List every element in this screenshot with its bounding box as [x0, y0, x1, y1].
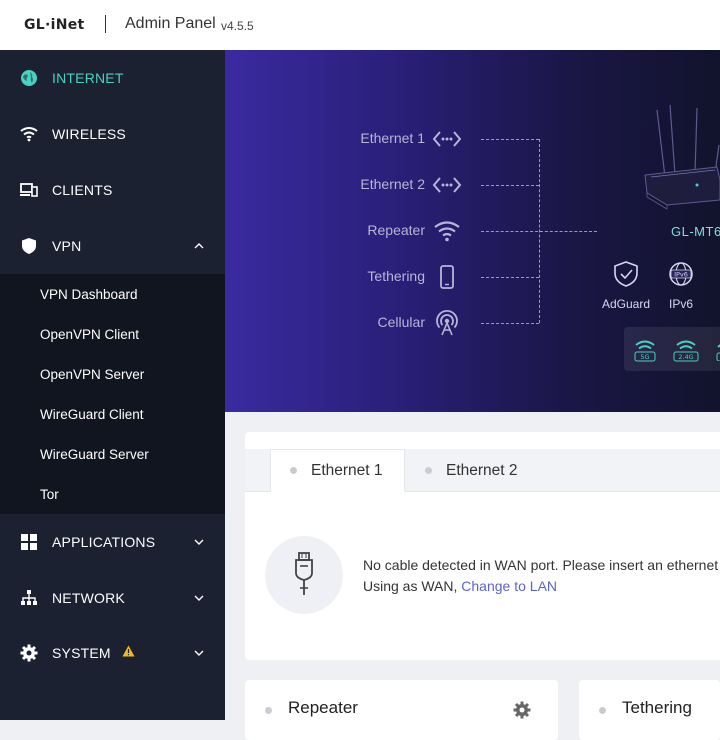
connection-label: Ethernet 2: [360, 176, 425, 192]
sidebar-item-network[interactable]: NETWORK: [0, 570, 225, 626]
svg-text:5G: 5G: [640, 353, 649, 361]
change-to-lan-link[interactable]: Change to LAN: [461, 578, 557, 594]
sidebar: INTERNET WIRELESS CLIENTS VPN VPN Dashbo…: [0, 50, 225, 720]
warning-icon: [122, 645, 135, 657]
version-label: v4.5.5: [221, 19, 254, 33]
card-title: Tethering: [622, 698, 692, 717]
sidebar-item-internet[interactable]: INTERNET: [0, 50, 225, 106]
adguard-shield-icon: [614, 261, 638, 287]
ipv6-globe-icon: IPv6: [669, 262, 693, 286]
tethering-card: Tethering: [579, 680, 720, 740]
wan-mode-message: Using as WAN, Change to LAN: [363, 578, 557, 594]
page-title: Admin Panel: [125, 15, 216, 32]
cellular-antenna-icon: [436, 309, 458, 336]
sidebar-item-label: NETWORK: [52, 590, 125, 606]
wifi-band-panel: 5G 2.4G: [624, 327, 720, 371]
sidebar-item-label: APPLICATIONS: [52, 534, 156, 550]
topology-banner: Ethernet 1 Ethernet 2 Repeater Tethering…: [225, 50, 720, 412]
feature-label: IPv6: [668, 297, 693, 311]
sidebar-item-label: INTERNET: [52, 70, 124, 86]
status-dot: [290, 467, 297, 474]
ethernet-cable-icon: [295, 552, 313, 595]
svg-text:IPv6: IPv6: [674, 271, 688, 279]
tab-ethernet-2[interactable]: Ethernet 2: [406, 449, 546, 492]
top-bar: GL·iNet Admin Panel v4.5.5: [0, 0, 720, 50]
settings-gear-icon[interactable]: [513, 701, 531, 719]
submenu-item-wireguard-client[interactable]: WireGuard Client: [40, 407, 144, 422]
phone-icon: [440, 265, 454, 289]
wan-status-message: No cable detected in WAN port. Please in…: [363, 557, 719, 573]
connector-line: [481, 323, 539, 324]
tab-label: Ethernet 1: [311, 461, 383, 479]
sidebar-item-system[interactable]: SYSTEM: [0, 626, 225, 680]
chevron-down-icon: [194, 650, 204, 656]
brand-logo[interactable]: GL·iNet: [24, 17, 85, 33]
title-divider: [105, 15, 106, 33]
connection-label: Tethering: [367, 268, 425, 284]
chevron-up-icon: [194, 243, 204, 249]
apps-grid-icon: [20, 533, 38, 551]
sidebar-item-applications[interactable]: APPLICATIONS: [0, 514, 225, 570]
devices-icon: [20, 181, 38, 199]
connection-tethering[interactable]: Tethering: [225, 265, 525, 289]
globe-icon: [20, 69, 38, 87]
wifi-5g-icon[interactable]: 5G: [634, 337, 656, 363]
router-image: [644, 105, 720, 210]
shield-icon: [20, 237, 38, 255]
router-model-label: GL-MT6: [671, 224, 720, 239]
connection-ethernet-2[interactable]: Ethernet 2: [225, 173, 525, 197]
submenu-item-vpn-dashboard[interactable]: VPN Dashboard: [40, 287, 138, 302]
submenu-item-openvpn-server[interactable]: OpenVPN Server: [40, 367, 144, 382]
connection-repeater[interactable]: Repeater: [225, 219, 525, 243]
connection-cellular[interactable]: Cellular: [225, 309, 525, 336]
submenu-item-wireguard-server[interactable]: WireGuard Server: [40, 447, 149, 462]
chevron-down-icon: [194, 539, 204, 545]
wan-mode-text: Using as WAN,: [363, 578, 458, 594]
connection-label: Cellular: [377, 314, 425, 330]
wan-ethernet-card: Ethernet 1 Ethernet 2 No cable detected …: [245, 432, 720, 660]
connector-line: [481, 139, 539, 140]
sidebar-item-label: SYSTEM: [52, 645, 111, 661]
status-dot: [265, 707, 272, 714]
cable-status-badge: [265, 536, 343, 614]
tab-bar: Ethernet 1 Ethernet 2: [245, 449, 720, 492]
sidebar-item-label: WIRELESS: [52, 126, 126, 142]
connection-ethernet-1[interactable]: Ethernet 1: [225, 127, 525, 151]
ethernet-icon: [432, 131, 462, 147]
connection-label: Ethernet 1: [360, 130, 425, 146]
gear-icon: [20, 644, 38, 662]
network-icon: [20, 589, 38, 607]
wifi-icon[interactable]: [716, 339, 720, 361]
submenu-item-openvpn-client[interactable]: OpenVPN Client: [40, 327, 139, 342]
sidebar-item-vpn[interactable]: VPN: [0, 218, 225, 274]
status-dot: [599, 707, 606, 714]
tab-ethernet-1[interactable]: Ethernet 1: [270, 449, 405, 492]
connector-line: [481, 277, 539, 278]
feature-ipv6[interactable]: IPv6 IPv6: [651, 260, 711, 311]
sidebar-item-wireless[interactable]: WIRELESS: [0, 106, 225, 162]
connector-line: [539, 139, 540, 323]
wifi-icon: [434, 221, 460, 242]
svg-text:2.4G: 2.4G: [678, 353, 693, 361]
connector-line: [481, 185, 539, 186]
connection-label: Repeater: [367, 222, 425, 238]
submenu-item-tor[interactable]: Tor: [40, 487, 59, 502]
status-dot: [425, 467, 432, 474]
vpn-submenu: VPN Dashboard OpenVPN Client OpenVPN Ser…: [0, 274, 225, 514]
ethernet-icon: [432, 177, 462, 193]
wifi-icon: [20, 125, 38, 143]
feature-adguard[interactable]: AdGuard: [596, 260, 656, 311]
sidebar-item-label: CLIENTS: [52, 182, 113, 198]
feature-label: AdGuard: [601, 297, 651, 311]
sidebar-item-label: VPN: [52, 238, 82, 254]
sidebar-item-clients[interactable]: CLIENTS: [0, 162, 225, 218]
wifi-2-4g-icon[interactable]: 2.4G: [673, 337, 699, 363]
chevron-down-icon: [194, 595, 204, 601]
tab-label: Ethernet 2: [446, 461, 518, 479]
repeater-card: Repeater: [245, 680, 558, 740]
card-title: Repeater: [288, 698, 358, 717]
